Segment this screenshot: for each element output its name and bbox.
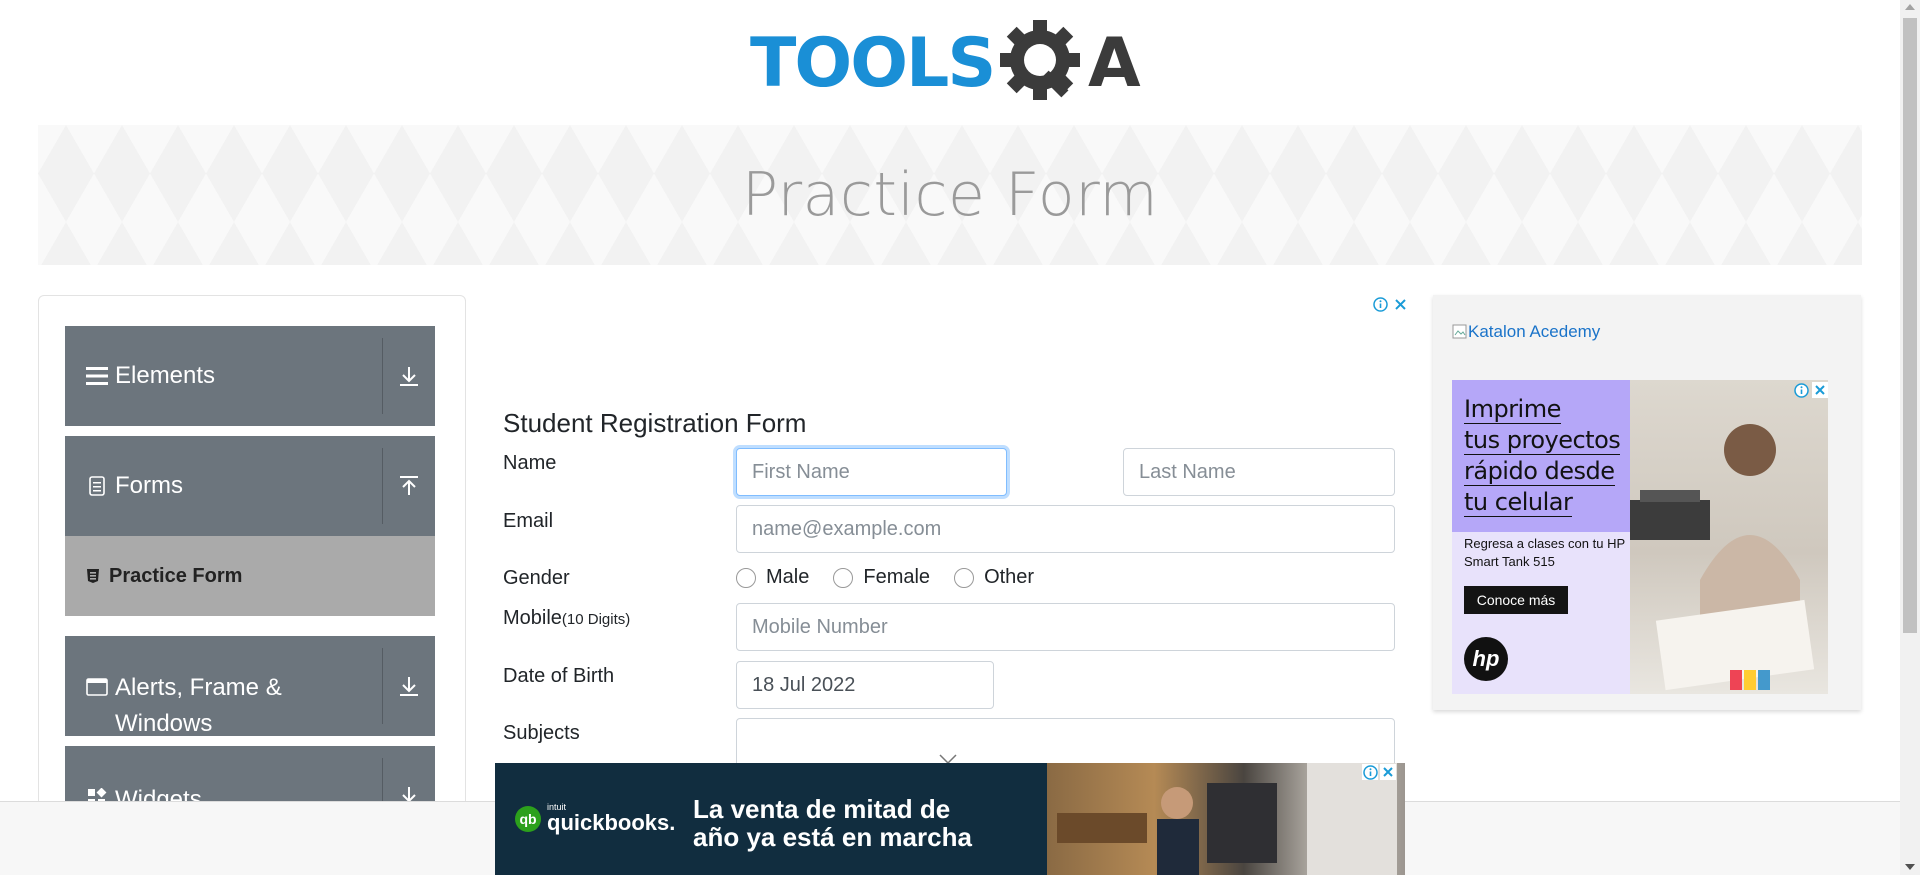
hp-cta-button[interactable]: Conoce más <box>1464 586 1568 614</box>
broken-image-icon <box>1452 324 1467 339</box>
name-label: Name <box>503 452 557 474</box>
qb-headline-line: año ya está en marcha <box>693 822 972 852</box>
last-name-input[interactable] <box>1123 448 1395 496</box>
scrollbar-thumb[interactable] <box>1903 18 1917 633</box>
download-arrow-icon[interactable] <box>383 636 435 736</box>
radio-circle[interactable] <box>954 567 975 588</box>
ad-choices[interactable] <box>1362 764 1396 780</box>
hamburger-icon <box>85 366 109 386</box>
date-of-birth-input[interactable] <box>736 661 994 709</box>
page-banner: Practice Form <box>38 125 1862 265</box>
hp-headline: Imprime tus proyectos rápido desde tu ce… <box>1464 394 1621 518</box>
email-input[interactable] <box>736 505 1395 553</box>
hp-headline-line: Imprime <box>1464 395 1561 424</box>
ad-choices[interactable] <box>1793 382 1828 398</box>
page-title: Practice Form <box>741 160 1159 230</box>
sidebar-group-label: Alerts, Frame & <box>115 674 282 701</box>
quickbooks-brand: quickbooks. <box>547 810 676 835</box>
email-label: Email <box>503 510 554 532</box>
ad-close-icon[interactable] <box>1380 764 1396 780</box>
sidebar-group-elements[interactable]: Elements <box>65 326 435 426</box>
quickbooks-photo <box>1047 763 1405 875</box>
ad-info-icon[interactable] <box>1793 382 1809 398</box>
upload-arrow-icon[interactable] <box>383 436 435 536</box>
katalon-link-text[interactable]: Katalon Acedemy <box>1468 322 1600 342</box>
mobile-label-text: Mobile <box>503 607 562 629</box>
logo-text-a: A <box>1088 24 1141 103</box>
sidebar-group-label-line2: Windows <box>115 710 213 737</box>
mobile-hint: (10 Digits) <box>561 611 631 628</box>
gender-label: Gender <box>503 567 570 589</box>
subjects-label: Subjects <box>503 722 580 744</box>
ad-choices[interactable] <box>1372 296 1408 312</box>
gender-radio-group: Male Female Other <box>736 566 1058 589</box>
hp-subtext: Regresa a clases con tu HP Smart Tank 51… <box>1464 536 1625 569</box>
hp-advertisement[interactable]: Imprime tus proyectos rápido desde tu ce… <box>1452 380 1828 694</box>
right-ad: Katalon Acedemy Imprime tus proyectos rá… <box>1433 295 1861 710</box>
window-icon <box>85 678 109 696</box>
dob-label: Date of Birth <box>503 665 615 687</box>
sidebar-group-alerts[interactable]: Alerts, Frame & Windows <box>65 636 435 737</box>
quickbooks-headline: La venta de mitad de año ya está en marc… <box>693 795 972 851</box>
toolsqa-logo[interactable]: TOOLS A <box>750 18 1155 114</box>
katalon-academy-link[interactable]: Katalon Acedemy <box>1452 322 1600 342</box>
ad-close-icon[interactable] <box>1812 382 1828 398</box>
quickbooks-advertisement[interactable]: qb intuit quickbooks. La venta de mitad … <box>495 763 1405 875</box>
gender-option-label: Female <box>863 566 931 588</box>
gender-female-radio[interactable]: Female <box>833 566 930 589</box>
hp-ad-photo <box>1630 380 1828 694</box>
radio-circle[interactable] <box>736 567 756 588</box>
hp-logo: hp <box>1464 637 1508 681</box>
scroll-up-arrow-icon[interactable] <box>1905 4 1915 10</box>
quickbooks-icon: qb <box>515 806 541 832</box>
sidebar-group-forms[interactable]: Forms <box>65 436 435 536</box>
scroll-down-arrow-icon[interactable] <box>1905 864 1915 870</box>
document-icon <box>85 476 109 496</box>
ad-info-icon[interactable] <box>1372 296 1388 312</box>
gender-male-radio[interactable]: Male <box>736 566 809 589</box>
quickbooks-logo: qb intuit quickbooks. <box>515 803 675 835</box>
form-badge-icon <box>81 568 105 584</box>
gender-other-radio[interactable]: Other <box>954 566 1034 589</box>
mobile-input[interactable] <box>736 603 1395 651</box>
gender-option-label: Other <box>984 566 1035 588</box>
first-name-input[interactable] <box>736 448 1007 496</box>
ad-info-icon[interactable] <box>1362 764 1378 780</box>
sidebar-item-practice-form[interactable]: Practice Form <box>65 536 435 616</box>
gender-option-label: Male <box>766 566 810 588</box>
logo-text-tools: TOOLS <box>750 24 994 103</box>
hp-headline-line: tu celular <box>1464 488 1573 517</box>
gear-icon <box>1000 20 1080 100</box>
ad-close-icon[interactable] <box>1392 296 1408 312</box>
sidebar-item-label: Practice Form <box>109 564 243 587</box>
vertical-scrollbar[interactable] <box>1900 0 1920 875</box>
form-title: Student Registration Form <box>503 408 807 438</box>
sidebar: Elements Forms Practice Form Alerts, Fra… <box>38 295 466 835</box>
qb-headline-line: La venta de mitad de <box>693 794 951 824</box>
download-arrow-icon[interactable] <box>383 326 435 426</box>
radio-circle[interactable] <box>833 567 854 588</box>
hp-headline-line: rápido desde <box>1464 457 1615 486</box>
mobile-label: Mobile(10 Digits) <box>503 607 630 630</box>
hp-headline-line: tus proyectos <box>1464 426 1621 455</box>
